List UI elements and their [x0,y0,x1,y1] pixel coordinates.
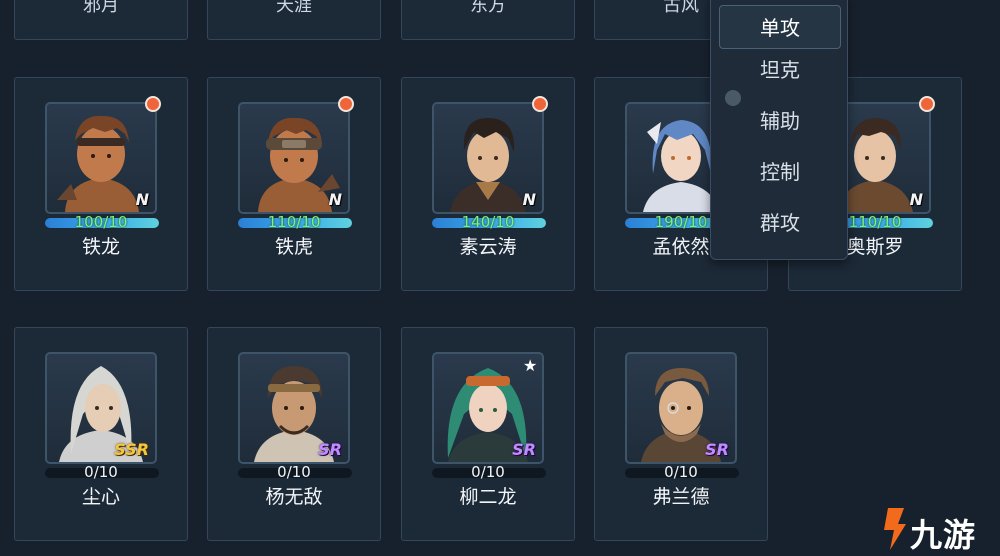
hero-name: 柳二龙 [459,486,517,508]
hero-card[interactable]: 天涯 [207,0,381,40]
shard-count: 100/10 [74,213,128,231]
jiuyou-logo-icon [884,508,906,550]
shard-count: 0/10 [664,463,698,481]
hero-portrait: N [238,102,350,214]
hero-card-fulande[interactable]: SR 0/10 弗兰德 [594,327,768,541]
hero-name: 铁虎 [274,236,313,258]
filter-option-single-attack[interactable]: 单攻 [719,5,841,49]
filter-option-tank[interactable]: 坦克 [719,48,841,92]
watermark-text: 九游 [910,516,977,554]
rarity-badge: N [135,190,149,209]
hero-name: 铁龙 [81,236,120,258]
rarity-badge: N [522,190,536,209]
shard-count: 0/10 [84,463,118,481]
hero-name: 素云涛 [459,236,517,258]
hero-card-tiehu[interactable]: N 110/10 铁虎 [207,77,381,291]
notification-dot [532,96,548,112]
shard-count: 110/10 [267,213,321,231]
shard-count: 140/10 [461,213,515,231]
hero-portrait: SR [238,352,350,464]
rarity-badge: SR [318,440,342,459]
hero-portrait: SR [625,352,737,464]
shard-count: 0/10 [471,463,505,481]
notification-dot [919,96,935,112]
rarity-badge: SR [512,440,536,459]
filter-option-control[interactable]: 控制 [719,150,841,194]
notification-dot [145,96,161,112]
hero-portrait: SSR [45,352,157,464]
role-filter-menu: 单攻 坦克 辅助 控制 群攻 [710,0,848,260]
hero-portrait: N [45,102,157,214]
hero-card-yangwudi[interactable]: SR 0/10 杨无敌 [207,327,381,541]
star-icon: ★ [523,356,538,375]
hero-name: 邪月 [83,0,119,16]
hero-card-liuerlong[interactable]: SR ★ 0/10 柳二龙 [401,327,575,541]
hero-card-suyuntao[interactable]: N 140/10 素云涛 [401,77,575,291]
hero-name: 东方 [470,0,506,16]
filter-option-support[interactable]: 辅助 [719,99,841,143]
filter-option-aoe[interactable]: 群攻 [719,201,841,245]
rarity-badge: SR [705,440,729,459]
notification-dot [338,96,354,112]
hero-name: 天涯 [276,0,312,16]
shard-count: 0/10 [277,463,311,481]
hero-card[interactable]: 东方 [401,0,575,40]
hero-name: 尘心 [81,486,120,508]
hero-name: 杨无敌 [265,486,323,508]
rarity-badge: N [909,190,923,209]
hero-portrait: N [432,102,544,214]
hero-name: 弗兰德 [652,486,710,508]
hero-card-tielong[interactable]: N 100/10 铁龙 [14,77,188,291]
rarity-badge: N [328,190,342,209]
hero-card[interactable]: 邪月 [14,0,188,40]
hero-card-chenxin[interactable]: SSR 0/10 尘心 [14,327,188,541]
rarity-badge: SSR [114,440,149,459]
